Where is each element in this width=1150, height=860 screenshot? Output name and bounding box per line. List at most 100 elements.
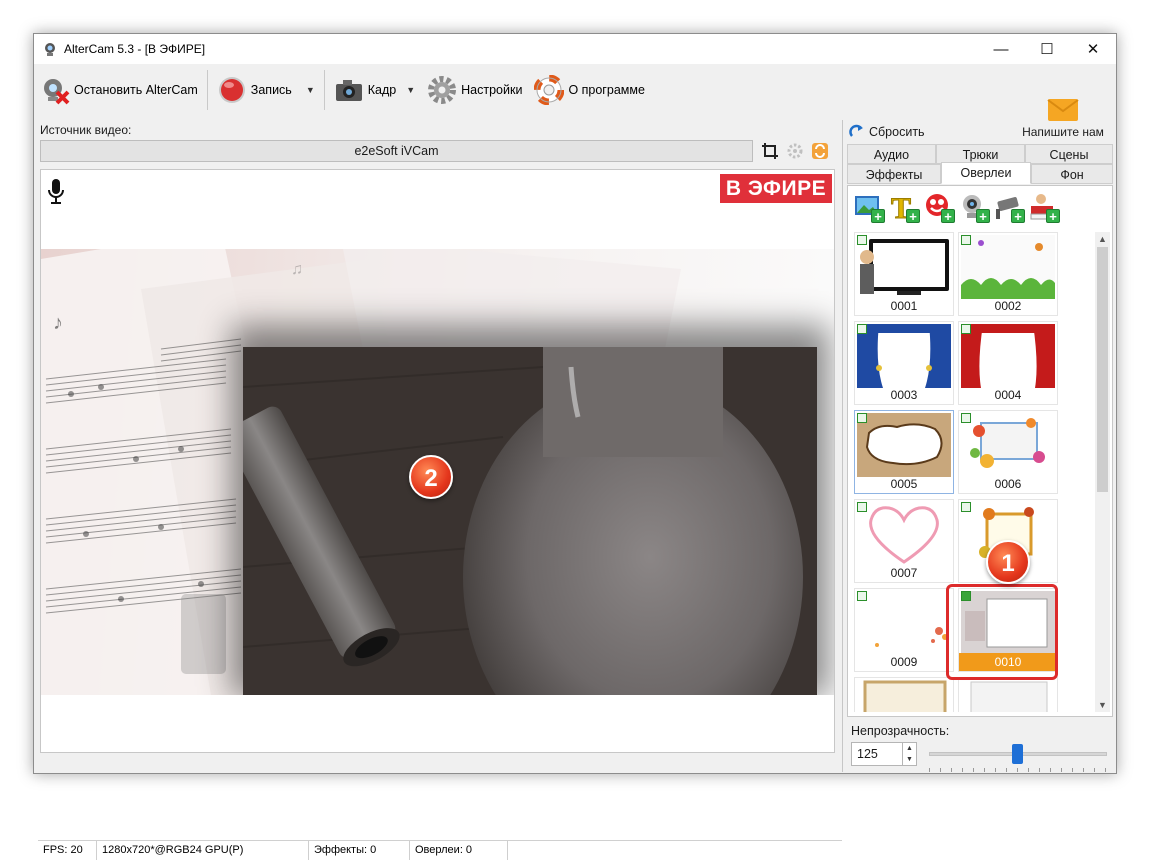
overlay-thumbnail[interactable]: 0004 [958, 321, 1058, 405]
settings-label: Настройки [461, 83, 523, 97]
overlay-checkbox[interactable] [961, 413, 971, 423]
burnt-paper-overlay-preview [857, 413, 951, 477]
overlay-checkbox-checked[interactable] [961, 591, 971, 601]
camera-feed [243, 347, 817, 695]
overlay-thumbnail-partial[interactable] [854, 677, 954, 712]
overlay-caption: 0005 [890, 477, 918, 491]
crop-button[interactable] [759, 140, 781, 162]
add-smiley-overlay-button[interactable]: + [924, 192, 955, 223]
window-title: AlterCam 5.3 - [В ЭФИРЕ] [64, 42, 206, 56]
opacity-slider-ticks [929, 768, 1107, 772]
scroll-down-arrow-icon[interactable]: ▼ [1095, 698, 1110, 712]
overlay-thumbnail[interactable]: 0007 [854, 499, 954, 583]
flowers-frame-overlay-preview [961, 413, 1055, 477]
video-source-select[interactable]: e2eSoft iVCam [40, 140, 753, 162]
overlay-checkbox[interactable] [857, 324, 867, 334]
overlay-caption: 0004 [994, 388, 1022, 402]
tab-scenes[interactable]: Сцены [1025, 144, 1113, 164]
microphone-icon[interactable] [47, 178, 65, 206]
gear-icon [428, 76, 457, 104]
red-curtains-overlay-preview [961, 324, 1055, 388]
record-dropdown-arrow-icon[interactable]: ▼ [306, 85, 315, 95]
grass-frame-overlay-preview [961, 235, 1055, 299]
opacity-spin-buttons[interactable]: ▲ ▼ [902, 743, 916, 765]
overlay-checkbox[interactable] [857, 235, 867, 245]
plus-icon: + [976, 209, 990, 223]
tab-audio[interactable]: Аудио [847, 144, 936, 164]
overlay-checkbox[interactable] [857, 591, 867, 601]
format-status: 1280x720*@RGB24 GPU(P) [97, 841, 309, 860]
frame-dropdown-arrow-icon[interactable]: ▼ [406, 85, 415, 95]
settings-button[interactable]: Настройки [421, 68, 528, 112]
stop-webcam-icon [44, 79, 70, 105]
overlay-checkbox[interactable] [961, 235, 971, 245]
frame-button[interactable]: Кадр ▼ [328, 68, 421, 112]
record-button[interactable]: Запись ▼ [211, 68, 321, 112]
crop-icon [762, 143, 778, 159]
overlay-thumbnail[interactable]: 0005 [854, 410, 954, 494]
svg-text:♪: ♪ [53, 312, 63, 334]
scroll-up-arrow-icon[interactable]: ▲ [1095, 232, 1110, 246]
overlay-gallery-scrollbar[interactable]: ▲ ▼ [1095, 232, 1110, 712]
record-label: Запись [250, 83, 292, 97]
overlay-thumbnail-partial[interactable] [958, 677, 1058, 712]
gear-icon [787, 143, 803, 159]
title-bar: AlterCam 5.3 - [В ЭФИРЕ] — ☐ ✕ [34, 34, 1116, 64]
reset-label: Сбросить [869, 125, 925, 139]
add-image-overlay-button[interactable]: + [854, 192, 885, 223]
scrollbar-thumb[interactable] [1097, 247, 1108, 492]
tab-overlays[interactable]: Оверлеи [941, 162, 1031, 184]
tab-background[interactable]: Фон [1031, 164, 1113, 184]
overlay-caption: 0002 [994, 299, 1022, 313]
refresh-source-button[interactable] [809, 140, 831, 162]
source-settings-button[interactable] [784, 140, 806, 162]
camera-feed-image [243, 347, 817, 695]
heart-frame-overlay-preview [857, 502, 951, 566]
add-ip-camera-overlay-button[interactable]: + [994, 192, 1025, 223]
step-callout-2: 2 [409, 455, 453, 499]
overlay-thumbnail[interactable]: 0009 [854, 588, 954, 672]
maximize-button[interactable]: ☐ [1024, 34, 1070, 64]
add-lower-third-overlay-button[interactable]: + [1029, 192, 1060, 223]
overlay-thumbnail[interactable]: 0002 [958, 232, 1058, 316]
overlay-preview-partial [857, 680, 951, 712]
opacity-slider[interactable] [929, 744, 1107, 764]
video-area: Источник видео: e2eSoft iVCam В ЭФИРЕ ♪ … [38, 120, 842, 860]
video-preview[interactable]: В ЭФИРЕ ♪ ♫ 2 [40, 169, 835, 753]
record-icon [218, 77, 245, 103]
overlay-caption: 0007 [890, 566, 918, 580]
add-text-overlay-button[interactable]: T + [889, 192, 920, 226]
minimize-button[interactable]: — [978, 34, 1024, 64]
add-overlay-toolbar: + T + + + + + [854, 192, 1060, 226]
panel-tabs: Аудио Трюки Сцены Эффекты Оверлеи Фон [847, 144, 1113, 185]
overlay-checkbox[interactable] [961, 324, 971, 334]
plus-icon: + [941, 209, 955, 223]
opacity-slider-thumb[interactable] [1011, 744, 1023, 764]
overlay-thumbnail[interactable]: 0003 [854, 321, 954, 405]
overlay-caption: 0003 [890, 388, 918, 402]
blue-curtains-overlay-preview [857, 324, 951, 388]
live-badge: В ЭФИРЕ [720, 174, 832, 203]
frame-label: Кадр [367, 83, 397, 97]
tab-effects[interactable]: Эффекты [847, 164, 941, 184]
fps-status: FPS: 20 [38, 841, 97, 860]
overlay-checkbox[interactable] [961, 502, 971, 512]
overlay-thumbnail[interactable]: 0001 [854, 232, 954, 316]
plus-icon: + [906, 209, 920, 223]
refresh-icon [812, 143, 828, 159]
camera-icon [335, 80, 362, 101]
close-button[interactable]: ✕ [1070, 34, 1116, 64]
overlay-caption: 0009 [890, 655, 918, 669]
reset-button[interactable]: Сбросить [849, 122, 925, 142]
add-webcam-overlay-button[interactable]: + [959, 192, 990, 223]
overlay-checkbox[interactable] [857, 413, 867, 423]
webcam-app-icon [45, 43, 55, 56]
stop-altercam-button[interactable]: Остановить AlterCam [34, 68, 204, 112]
overlay-thumbnail[interactable]: 0006 [958, 410, 1058, 494]
about-button[interactable]: О программе [528, 68, 650, 112]
step-callout-1: 1 [986, 540, 1030, 584]
overlay-checkbox[interactable] [857, 502, 867, 512]
opacity-spinbox[interactable]: 125 ▲ ▼ [851, 742, 917, 766]
tab-tricks[interactable]: Трюки [936, 144, 1025, 164]
plus-icon: + [1046, 209, 1060, 223]
